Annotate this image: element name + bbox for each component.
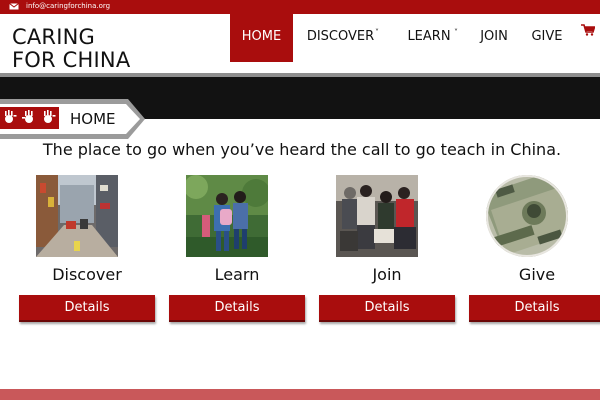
nav-join-label: JOIN xyxy=(480,29,508,44)
nav-discover-label: DISCOVER xyxy=(306,29,375,44)
nav-learn-label: LEARN xyxy=(407,29,451,44)
discover-details-button[interactable]: Details xyxy=(19,295,155,322)
nav-home-label: HOME xyxy=(241,29,282,44)
chevron-down-icon: ˅ xyxy=(375,28,379,37)
chevron-down-icon: ˅ xyxy=(454,28,458,37)
top-bar: info@caringforchina.org xyxy=(0,0,600,14)
logo-line-2: FOR CHINA xyxy=(12,48,131,72)
logo-line-1: CARING xyxy=(12,25,95,49)
nav-learn[interactable]: LEARN ˅ xyxy=(398,14,460,62)
card-title-join: Join xyxy=(372,265,402,284)
footer-band xyxy=(0,389,600,400)
shopping-cart-icon[interactable] xyxy=(581,24,595,36)
students-walking-photo[interactable] xyxy=(186,175,268,257)
breadcrumb: HOME xyxy=(0,99,150,139)
dollar-bills-photo[interactable] xyxy=(486,175,568,257)
breadcrumb-home-link[interactable]: HOME xyxy=(70,109,116,129)
nav-give-label: GIVE xyxy=(531,29,563,44)
give-details-button[interactable]: Details xyxy=(469,295,600,322)
nav-home[interactable]: HOME xyxy=(230,14,293,62)
contact-email-link[interactable]: info@caringforchina.org xyxy=(26,1,110,11)
nav-discover[interactable]: DISCOVER ˅ xyxy=(298,14,383,62)
site-logo[interactable]: CARING FOR CHINA xyxy=(12,26,162,72)
card-title-learn: Learn xyxy=(214,265,260,284)
city-street-photo[interactable] xyxy=(36,175,118,257)
learn-details-button[interactable]: Details xyxy=(169,295,305,322)
card-title-discover: Discover xyxy=(52,265,122,284)
join-details-button[interactable]: Details xyxy=(319,295,455,322)
page-tagline: The place to go when you’ve heard the ca… xyxy=(42,140,562,159)
card-title-give: Give xyxy=(518,265,556,284)
nav-give[interactable]: GIVE xyxy=(527,14,567,62)
group-meeting-photo[interactable] xyxy=(336,175,418,257)
site-header: CARING FOR CHINA HOME DISCOVER ˅ LEARN ˅… xyxy=(0,14,600,74)
envelope-icon xyxy=(9,3,19,10)
nav-join[interactable]: JOIN xyxy=(474,14,514,62)
handprints-logo-icon xyxy=(5,110,56,123)
